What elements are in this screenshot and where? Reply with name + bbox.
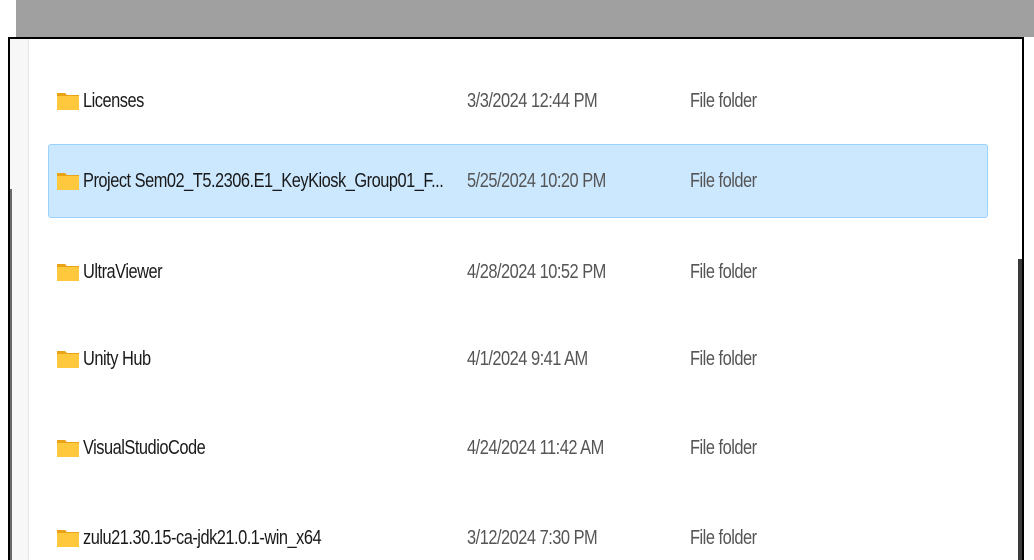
navigation-scrollbar[interactable]: [10, 189, 12, 560]
left-edge: [0, 37, 8, 560]
file-name: Project Sem02_T5.2306.E1_KeyKiosk_Group0…: [83, 170, 444, 192]
file-type: File folder: [690, 90, 757, 112]
folder-icon: [57, 351, 79, 368]
file-type: File folder: [690, 437, 757, 459]
date-modified: 4/24/2024 11:42 AM: [467, 437, 604, 459]
date-modified: 3/12/2024 7:30 PM: [467, 527, 598, 549]
file-type: File folder: [690, 348, 757, 370]
file-type: File folder: [690, 527, 757, 549]
date-modified: 4/1/2024 9:41 AM: [467, 348, 588, 370]
folder-icon: [57, 264, 79, 281]
desktop-background: [16, 0, 1034, 37]
navigation-pane[interactable]: [10, 39, 29, 560]
folder-icon: [57, 440, 79, 457]
folder-icon: [57, 93, 79, 110]
date-modified: 5/25/2024 10:20 PM: [467, 170, 606, 192]
file-explorer-window: Licenses 3/3/2024 12:44 PM File folder P…: [8, 37, 1024, 560]
date-modified: 4/28/2024 10:52 PM: [467, 261, 606, 283]
folder-icon: [57, 173, 79, 190]
file-name: zulu21.30.15-ca-jdk21.0.1-win_x64: [83, 527, 322, 549]
file-type: File folder: [690, 170, 757, 192]
file-name: Licenses: [83, 90, 144, 112]
file-name: VisualStudioCode: [83, 437, 206, 459]
folder-icon: [57, 530, 79, 547]
file-row-project-sem02[interactable]: Project Sem02_T5.2306.E1_KeyKiosk_Group0…: [48, 144, 988, 218]
file-name: UltraViewer: [83, 261, 163, 283]
file-row-licenses[interactable]: Licenses 3/3/2024 12:44 PM File folder: [48, 64, 988, 138]
file-type: File folder: [690, 261, 757, 283]
file-row-visualstudiocode[interactable]: VisualStudioCode 4/24/2024 11:42 AM File…: [48, 411, 988, 485]
file-row-ultraviewer[interactable]: UltraViewer 4/28/2024 10:52 PM File fold…: [48, 235, 988, 309]
file-row-zulu21[interactable]: zulu21.30.15-ca-jdk21.0.1-win_x64 3/12/2…: [48, 501, 988, 560]
right-scroll-edge: [1018, 259, 1022, 560]
date-modified: 3/3/2024 12:44 PM: [467, 90, 598, 112]
file-row-unity-hub[interactable]: Unity Hub 4/1/2024 9:41 AM File folder: [48, 322, 988, 396]
file-name: Unity Hub: [83, 348, 151, 370]
